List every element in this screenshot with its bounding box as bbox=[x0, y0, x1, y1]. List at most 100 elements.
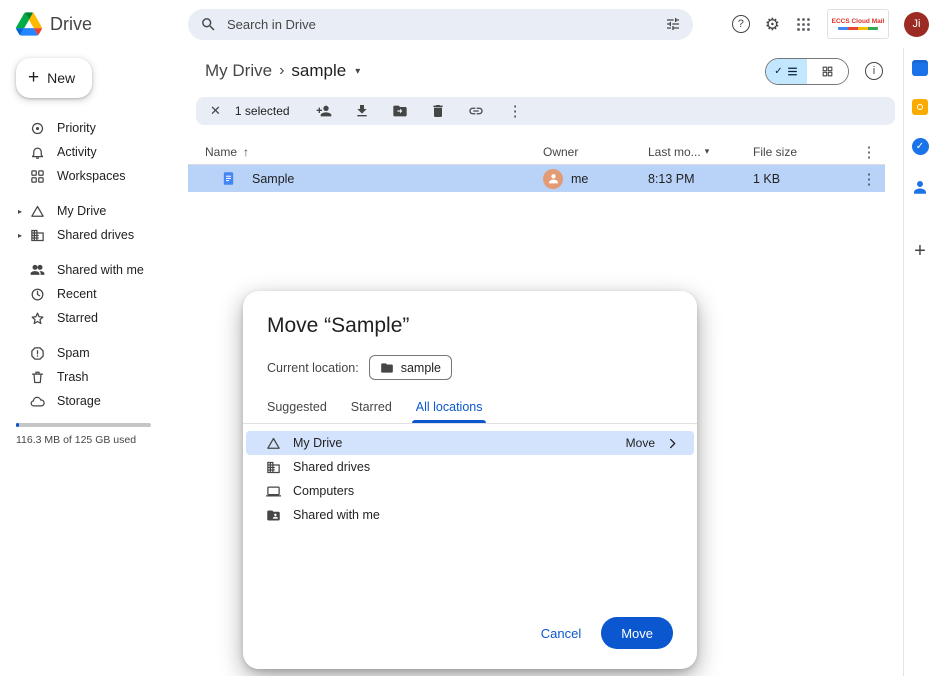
priority-icon bbox=[30, 121, 45, 136]
grid-view-icon bbox=[821, 65, 834, 78]
column-header-owner[interactable]: Owner bbox=[543, 145, 648, 159]
app-name: Drive bbox=[50, 14, 92, 35]
sidebar-item-activity[interactable]: Activity bbox=[0, 140, 188, 164]
new-button-label: New bbox=[47, 70, 75, 86]
trash-icon bbox=[430, 103, 446, 119]
breadcrumb-current[interactable]: sample bbox=[291, 61, 346, 81]
my-drive-icon bbox=[30, 204, 45, 219]
share-button[interactable] bbox=[316, 103, 332, 119]
keep-icon[interactable] bbox=[912, 99, 928, 115]
column-header-size[interactable]: File size bbox=[753, 145, 853, 159]
link-icon bbox=[468, 103, 484, 119]
file-row[interactable]: Sample me 8:13 PM 1 KB ⋮ bbox=[188, 165, 885, 192]
sidebar-item-workspaces[interactable]: Workspaces bbox=[0, 164, 188, 188]
expand-caret-icon[interactable]: ▸ bbox=[18, 231, 22, 240]
location-row-shared-with-me[interactable]: Shared with me bbox=[246, 503, 694, 527]
owner-avatar bbox=[543, 169, 563, 189]
sidebar-item-starred[interactable]: Starred bbox=[0, 306, 188, 330]
details-info-icon[interactable]: i bbox=[865, 62, 883, 80]
breadcrumb-root[interactable]: My Drive bbox=[205, 61, 272, 81]
expand-caret-icon[interactable]: ▸ bbox=[18, 207, 22, 216]
help-icon[interactable]: ? bbox=[732, 15, 750, 33]
file-table: Name ↑ Owner Last mo... ▾ File size ⋮ Sa… bbox=[188, 139, 885, 192]
move-here-label[interactable]: Move bbox=[626, 436, 655, 450]
grid-view-button[interactable] bbox=[807, 59, 848, 84]
get-link-button[interactable] bbox=[468, 103, 484, 119]
sidebar-item-recent[interactable]: Recent bbox=[0, 282, 188, 306]
contacts-icon[interactable] bbox=[911, 178, 929, 196]
person-add-icon bbox=[316, 103, 332, 119]
sidebar-item-my-drive[interactable]: ▸ My Drive bbox=[0, 199, 188, 223]
top-bar: Drive ? ⚙ ECCS Cloud Mail Ji bbox=[0, 0, 936, 48]
view-controls: ✓ i bbox=[765, 58, 883, 85]
column-header-modified[interactable]: Last mo... ▾ bbox=[648, 145, 753, 159]
sidebar-item-spam[interactable]: Spam bbox=[0, 341, 188, 365]
caret-down-icon: ▾ bbox=[705, 146, 710, 157]
calendar-icon[interactable] bbox=[912, 60, 928, 76]
selection-toolbar: ✕ 1 selected ⋮ bbox=[196, 97, 895, 125]
folder-icon bbox=[380, 361, 394, 375]
tasks-check-glyph: ✓ bbox=[916, 141, 924, 152]
column-header-name[interactable]: Name ↑ bbox=[205, 145, 543, 159]
plus-icon: + bbox=[28, 67, 39, 89]
sidebar-item-shared-with-me[interactable]: Shared with me bbox=[0, 258, 188, 282]
search-options-icon[interactable] bbox=[665, 16, 681, 32]
storage-usage-text: 116.3 MB of 125 GB used bbox=[0, 434, 188, 446]
cloud-icon bbox=[30, 394, 45, 409]
left-sidebar: + New Priority Activity Workspaces ▸ My … bbox=[0, 48, 188, 676]
tab-suggested[interactable]: Suggested bbox=[255, 392, 339, 423]
current-location-name: sample bbox=[401, 361, 441, 375]
nav-divider-space bbox=[0, 247, 188, 258]
settings-gear-icon[interactable]: ⚙ bbox=[765, 16, 780, 33]
new-button[interactable]: + New bbox=[16, 58, 92, 98]
sidebar-item-shared-drives[interactable]: ▸ Shared drives bbox=[0, 223, 188, 247]
shared-drives-icon bbox=[30, 228, 45, 243]
download-button[interactable] bbox=[354, 103, 370, 119]
move-button[interactable]: Move bbox=[601, 617, 673, 649]
location-row-computers[interactable]: Computers bbox=[246, 479, 694, 503]
nav-divider-space bbox=[0, 188, 188, 199]
name-header-label: Name bbox=[205, 145, 237, 159]
sidebar-item-trash[interactable]: Trash bbox=[0, 365, 188, 389]
search-bar[interactable] bbox=[188, 9, 693, 40]
location-row-shared-drives[interactable]: Shared drives bbox=[246, 455, 694, 479]
location-row-my-drive[interactable]: My Drive Move bbox=[246, 431, 694, 455]
account-avatar[interactable]: Ji bbox=[904, 12, 929, 37]
sidebar-item-priority[interactable]: Priority bbox=[0, 116, 188, 140]
file-size: 1 KB bbox=[753, 172, 780, 186]
clear-selection-button[interactable]: ✕ bbox=[210, 103, 221, 119]
storage-progress-bar bbox=[16, 423, 151, 427]
cancel-button[interactable]: Cancel bbox=[529, 618, 593, 649]
apps-grid-icon[interactable] bbox=[795, 16, 812, 33]
sidebar-item-label: Workspaces bbox=[57, 169, 126, 183]
file-modified: 8:13 PM bbox=[648, 172, 695, 186]
location-list: My Drive Move Shared drives Computers Sh… bbox=[243, 424, 697, 617]
delete-button[interactable] bbox=[430, 103, 446, 119]
file-owner-cell: me bbox=[543, 169, 648, 189]
workspace-logo: ECCS Cloud Mail bbox=[827, 9, 889, 39]
row-more-button[interactable]: ⋮ bbox=[853, 170, 885, 188]
more-actions-button[interactable]: ⋮ bbox=[506, 102, 525, 120]
location-label: Shared drives bbox=[293, 460, 370, 474]
sidebar-item-storage[interactable]: Storage bbox=[0, 389, 188, 413]
drive-logo[interactable]: Drive bbox=[0, 12, 188, 36]
search-input[interactable] bbox=[227, 17, 655, 32]
clock-icon bbox=[30, 287, 45, 302]
chevron-right-icon[interactable] bbox=[665, 436, 680, 451]
folder-menu-caret-icon[interactable]: ▾ bbox=[355, 66, 360, 77]
folder-move-icon bbox=[392, 103, 408, 119]
location-label: Computers bbox=[293, 484, 354, 498]
sidebar-item-label: Recent bbox=[57, 287, 97, 301]
breadcrumb: My Drive › sample ▾ bbox=[205, 61, 360, 81]
tab-all-locations[interactable]: All locations bbox=[404, 392, 495, 423]
list-view-button[interactable]: ✓ bbox=[766, 59, 807, 84]
current-location-chip[interactable]: sample bbox=[369, 355, 452, 380]
tab-starred[interactable]: Starred bbox=[339, 392, 404, 423]
header-more-icon[interactable]: ⋮ bbox=[853, 143, 885, 161]
modified-header-label: Last mo... bbox=[648, 145, 701, 159]
move-to-button[interactable] bbox=[392, 103, 408, 119]
get-addons-plus-icon[interactable]: + bbox=[914, 241, 926, 261]
download-icon bbox=[354, 103, 370, 119]
computer-icon bbox=[266, 484, 281, 499]
tasks-icon[interactable]: ✓ bbox=[912, 138, 929, 155]
